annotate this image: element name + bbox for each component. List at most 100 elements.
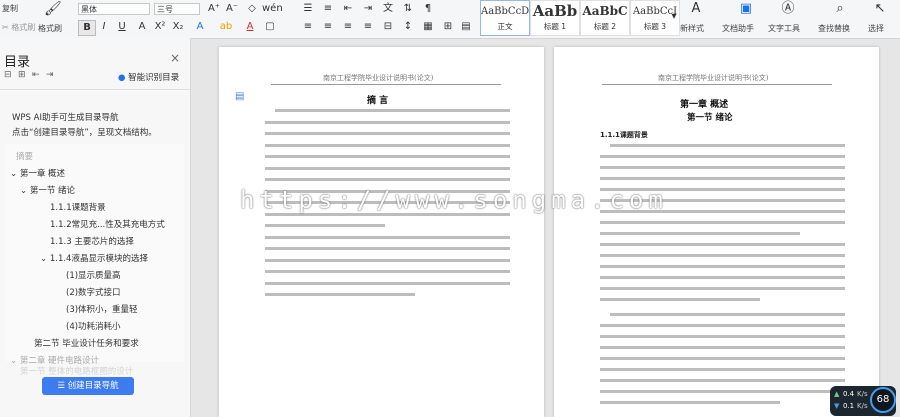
find-replace-icon[interactable]: ⌕ bbox=[832, 2, 848, 16]
find-replace-button[interactable]: 查找替换 bbox=[818, 23, 850, 34]
smart-toc-button[interactable]: ● 智能识别目录 bbox=[118, 71, 179, 83]
table-icon[interactable]: ▤ bbox=[458, 20, 474, 34]
number-list-icon[interactable]: ≡ bbox=[320, 2, 336, 16]
text-effect-icon[interactable]: A bbox=[192, 20, 208, 34]
upload-unit: K/s bbox=[857, 390, 868, 398]
text-line bbox=[600, 379, 845, 382]
font-color-icon[interactable]: A bbox=[242, 20, 258, 34]
doc-icon[interactable]: ▤ bbox=[235, 91, 244, 102]
copy-button[interactable]: 复制 bbox=[2, 3, 18, 14]
collapse-all-icon[interactable]: ⊞ bbox=[18, 70, 26, 80]
italic-icon[interactable]: I bbox=[96, 20, 112, 34]
toc-item[interactable]: (2)数字式接口 bbox=[66, 286, 121, 298]
document-page-left[interactable]: 南京工程学院毕业设计说明书(论文) 摘 言 ▤ bbox=[219, 47, 544, 417]
increase-indent-icon[interactable]: ⇥ bbox=[360, 2, 376, 16]
toc-item[interactable]: (4)功耗消耗小 bbox=[66, 320, 121, 332]
close-icon[interactable]: × bbox=[170, 51, 180, 65]
format-painter-icon[interactable]: 🖌 bbox=[44, 2, 62, 16]
smart-toc-label: 智能识别目录 bbox=[128, 73, 180, 83]
sidebar-title: 目录 bbox=[4, 55, 31, 70]
superscript-icon[interactable]: X² bbox=[152, 20, 168, 34]
select-icon[interactable]: ↖ bbox=[872, 2, 888, 16]
style-heading-1[interactable]: AaBb 标题 1 bbox=[530, 0, 580, 36]
justify-icon[interactable]: ≡ bbox=[360, 20, 376, 34]
align-right-icon[interactable]: ≡ bbox=[340, 20, 356, 34]
align-center-icon[interactable]: ≡ bbox=[320, 20, 336, 34]
toc-item[interactable]: 第二节 毕业设计任务和要求 bbox=[34, 337, 139, 349]
expand-all-icon[interactable]: ⊟ bbox=[4, 70, 12, 80]
text-line bbox=[600, 243, 845, 246]
toc-item[interactable]: 1.1.1课题背景 bbox=[50, 201, 106, 213]
show-marks-icon[interactable]: ¶ bbox=[420, 2, 436, 16]
style-sample: AaBbCcDd bbox=[481, 6, 529, 17]
cut-button[interactable]: ✂ 格式刷 bbox=[2, 22, 35, 33]
wps-ai-hint-line1: WPS AI助手可生成目录导航 bbox=[12, 113, 119, 123]
style-normal[interactable]: AaBbCcDd 正文 bbox=[480, 0, 530, 36]
toc-item[interactable]: (3)体积小，重量轻 bbox=[66, 303, 138, 315]
bold-icon[interactable]: B bbox=[78, 20, 96, 36]
toc-item[interactable]: ⌄ 第一章 概述 bbox=[10, 167, 65, 179]
highlight-icon[interactable]: ab bbox=[218, 20, 234, 34]
text-line bbox=[600, 177, 845, 180]
char-border-icon[interactable]: ▢ bbox=[262, 20, 278, 34]
text-line bbox=[610, 144, 845, 147]
style-name: 标题 1 bbox=[543, 22, 567, 31]
toc-item-label: 第一章 概述 bbox=[19, 169, 66, 179]
divider bbox=[0, 89, 190, 90]
style-heading-2[interactable]: AaBbC 标题 2 bbox=[580, 0, 630, 36]
border-icon[interactable]: ⊞ bbox=[440, 20, 456, 34]
new-style-icon[interactable]: A bbox=[688, 2, 704, 16]
toc-item[interactable]: 1.1.2常见充...性及其充电方式 bbox=[50, 218, 165, 230]
bullet-list-icon[interactable]: ☰ bbox=[300, 2, 316, 16]
text-line bbox=[600, 265, 845, 268]
chinese-layout-icon[interactable]: 文 bbox=[380, 2, 396, 16]
toc-item-label: 1.1.4液晶显示模块的选择 bbox=[49, 254, 148, 264]
text-line bbox=[600, 232, 800, 235]
text-line bbox=[600, 401, 780, 404]
font-size-select[interactable]: 三号 bbox=[154, 3, 200, 15]
distribute-icon[interactable]: ⊟ bbox=[380, 20, 396, 34]
toc-item[interactable]: (1)显示质量高 bbox=[66, 269, 121, 281]
align-left-icon[interactable]: ≡ bbox=[300, 20, 316, 34]
doc-assistant-button[interactable]: 文档助手 bbox=[722, 23, 754, 34]
header-rule bbox=[271, 84, 501, 85]
sort-icon[interactable]: ⇅ bbox=[400, 2, 416, 16]
shrink-font-icon[interactable]: A⁻ bbox=[224, 2, 240, 16]
select-button[interactable]: 选择 bbox=[868, 23, 884, 34]
document-page-right[interactable]: 南京工程学院毕业设计说明书(论文) 第一章 概述 第一节 绪论 1.1.1课题背… bbox=[554, 47, 879, 417]
toc-item[interactable]: 摘要 bbox=[16, 150, 33, 162]
toc-item[interactable]: ⌄ 第一节 绪论 bbox=[20, 184, 75, 196]
text-line bbox=[600, 287, 845, 290]
format-painter-button[interactable]: 格式刷 bbox=[38, 23, 62, 34]
text-tools-button[interactable]: 文字工具 bbox=[768, 23, 800, 34]
text-line bbox=[600, 324, 845, 327]
collapse-arrow-icon: ⌄ bbox=[10, 356, 20, 366]
create-toc-button[interactable]: ☰ 创建目录导航 bbox=[42, 377, 134, 395]
font-name-select[interactable]: 黑体 bbox=[78, 3, 150, 15]
level-down-icon[interactable]: ⇥ bbox=[46, 70, 54, 80]
upload-speed: 0.4 bbox=[843, 390, 855, 398]
download-unit: K/s bbox=[857, 402, 868, 410]
underline-icon[interactable]: U bbox=[114, 20, 130, 34]
new-style-button[interactable]: 新样式 bbox=[680, 23, 704, 34]
line-spacing-icon[interactable]: ↕ bbox=[400, 20, 416, 34]
doc-assistant-icon[interactable]: ▣ bbox=[738, 2, 754, 16]
grow-font-icon[interactable]: A⁺ bbox=[206, 2, 222, 16]
pinyin-icon[interactable]: wén bbox=[262, 2, 283, 16]
toc-item[interactable]: ⌄ 1.1.4液晶显示模块的选择 bbox=[40, 252, 148, 264]
subscript-icon[interactable]: X₂ bbox=[170, 20, 186, 34]
toc-preview: 摘要 ⌄ 第一章 概述 ⌄ 第一节 绪论 1.1.1课题背景 1.1.2常见充.… bbox=[6, 144, 184, 366]
level-up-icon[interactable]: ⇤ bbox=[32, 70, 40, 80]
shading-icon[interactable]: ▦ bbox=[420, 20, 436, 34]
strikethrough-icon[interactable]: A bbox=[134, 20, 150, 34]
toc-item[interactable]: 1.1.3 主要芯片的选择 bbox=[50, 235, 134, 247]
text-line bbox=[265, 258, 510, 262]
text-tools-icon[interactable]: Ⓐ bbox=[780, 2, 796, 16]
text-line bbox=[600, 276, 845, 279]
text-line bbox=[275, 109, 510, 112]
text-line bbox=[265, 166, 510, 170]
decrease-indent-icon[interactable]: ⇤ bbox=[340, 2, 356, 16]
styles-more-icon[interactable]: ▾ bbox=[666, 10, 682, 24]
clear-format-icon[interactable]: ◇ bbox=[244, 2, 260, 16]
wps-ai-hint-line2: 点击“创建目录导航”，呈现文档结构。 bbox=[12, 128, 157, 138]
